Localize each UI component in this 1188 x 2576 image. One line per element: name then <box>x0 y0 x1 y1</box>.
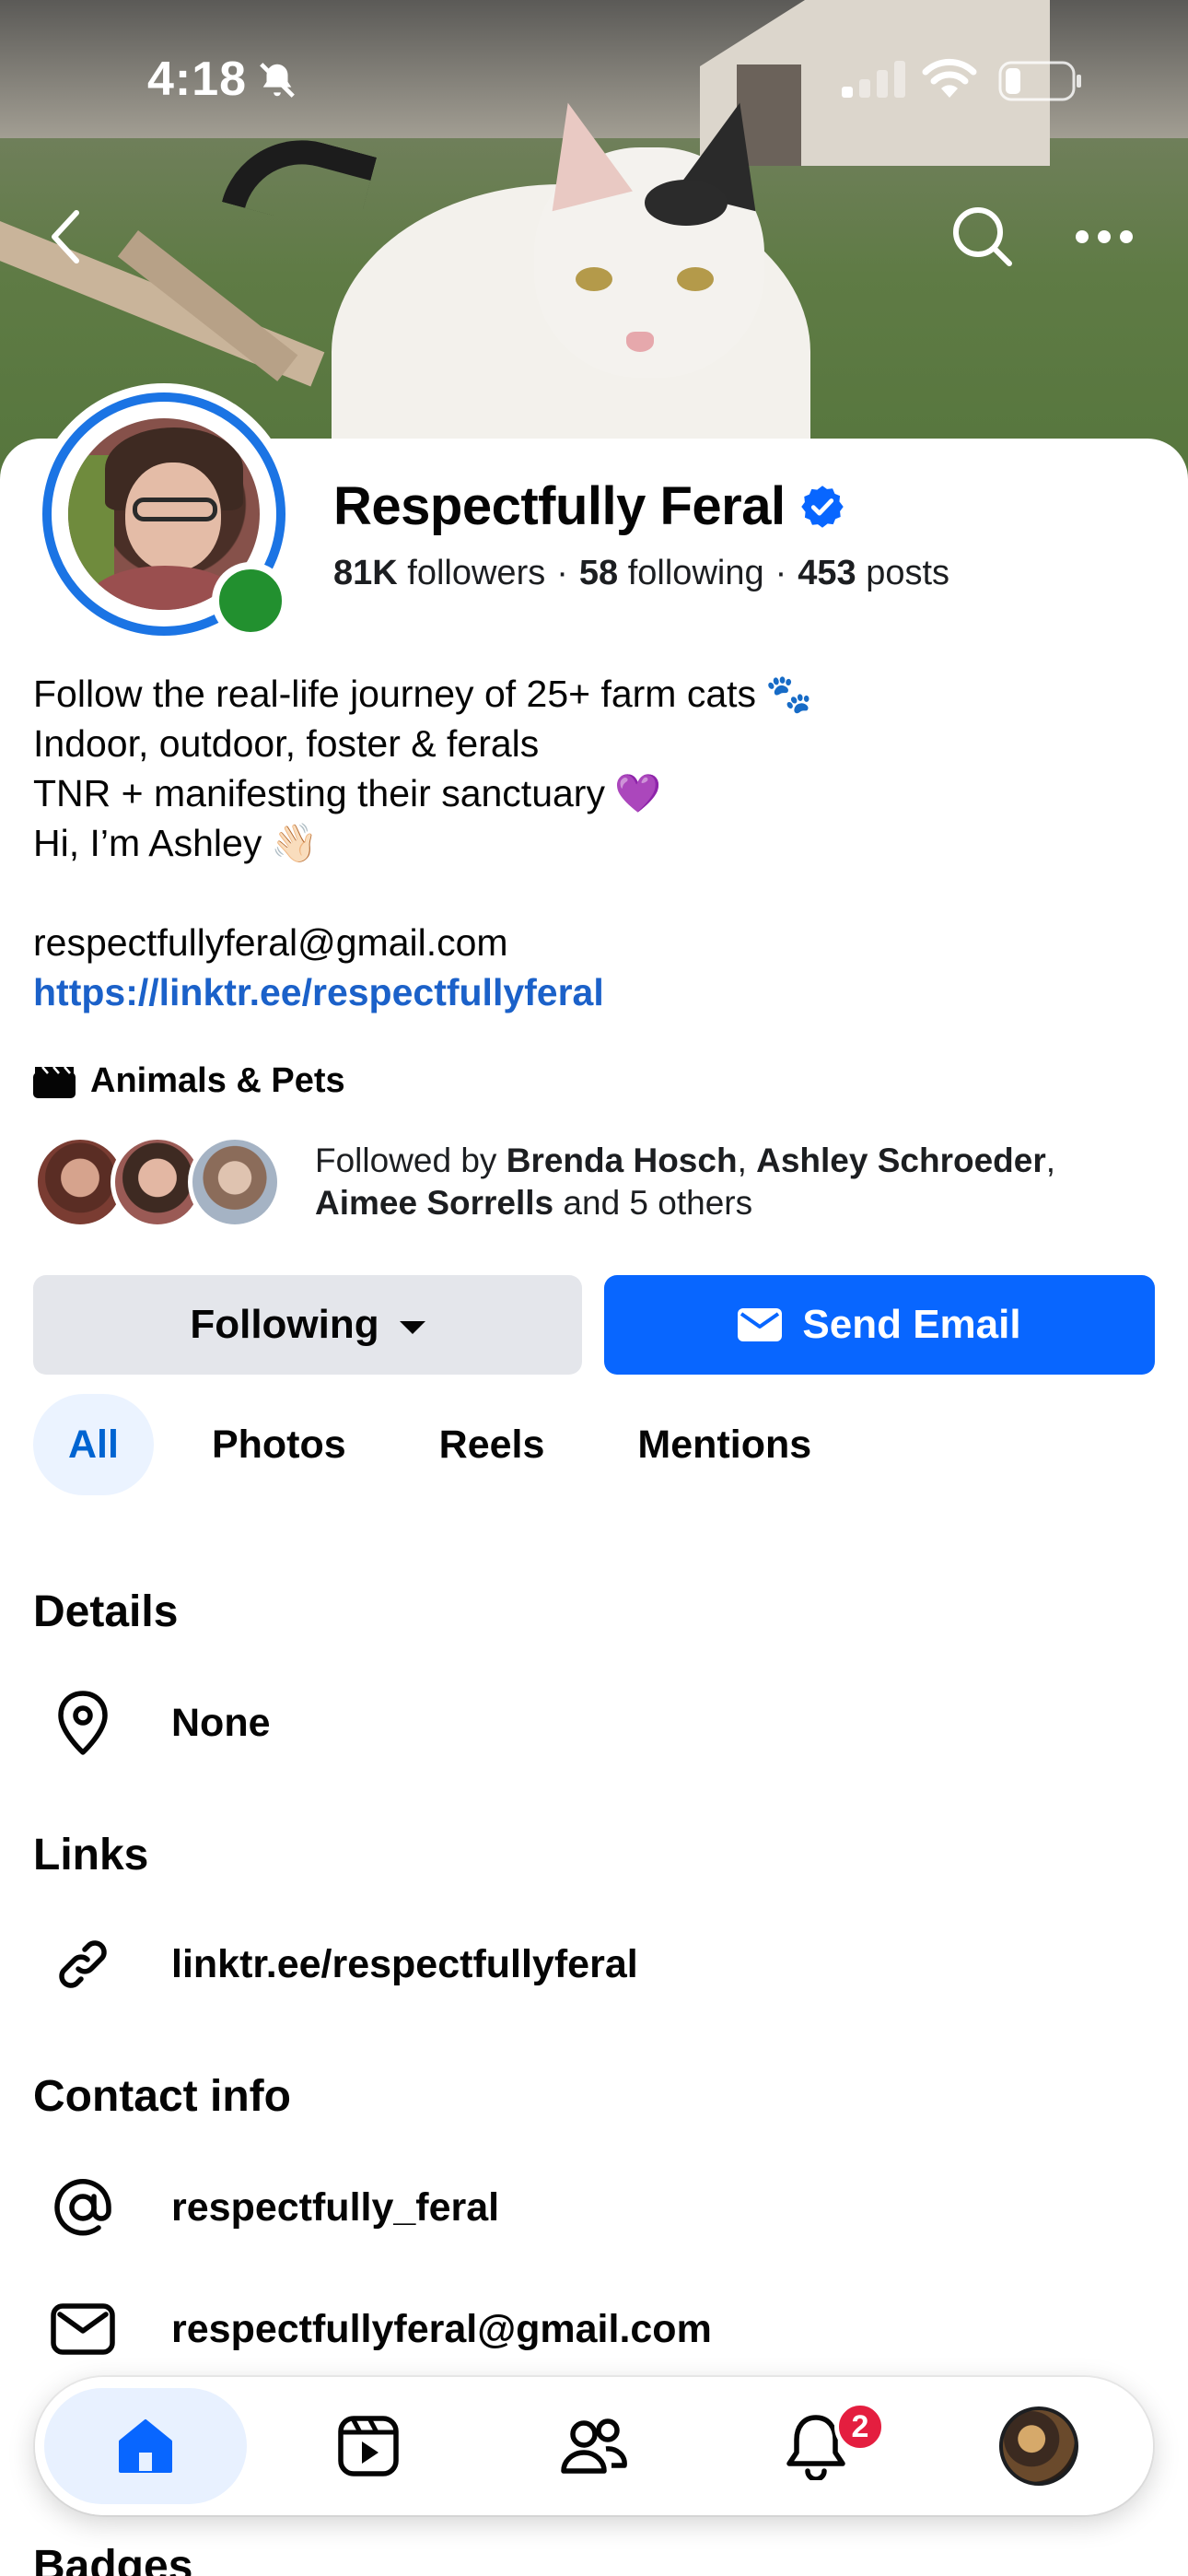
nav-video[interactable] <box>267 2388 470 2504</box>
battery-icon <box>998 61 1083 106</box>
waving-hand-icon: 👋🏻 <box>271 822 319 864</box>
cellular-signal-icon <box>842 61 906 102</box>
online-status-dot <box>212 562 289 639</box>
followed-by-suffix[interactable]: and 5 others <box>563 1184 752 1222</box>
bio-text: Hi, I’m Ashley <box>33 822 262 864</box>
status-bar: 4:18 <box>0 0 1188 157</box>
bio-email-text: respectfullyferal@gmail.com <box>33 921 508 964</box>
page-category: Animals & Pets <box>33 1061 345 1101</box>
bio-text: Indoor, outdoor, foster & ferals <box>33 722 540 765</box>
links-heading: Links <box>33 1831 149 1879</box>
bio-text: Follow the real-life journey of 25+ farm… <box>33 673 757 715</box>
envelope-icon <box>738 1308 783 1341</box>
bio-line: TNR + manifesting their sanctuary 💜 <box>33 768 812 818</box>
profile-stats: 81K followers · 58 following · 453 posts <box>333 554 949 593</box>
nav-friends[interactable] <box>492 2388 694 2504</box>
bio-text: TNR + manifesting their sanctuary <box>33 772 605 814</box>
mutual-name[interactable]: Ashley Schroeder <box>756 1142 1046 1179</box>
cover-cat-nose <box>626 332 654 352</box>
category-label: Animals & Pets <box>90 1061 345 1100</box>
notification-count-badge: 2 <box>834 2401 886 2453</box>
avatar-glasses <box>133 498 217 521</box>
more-icon <box>1076 230 1133 243</box>
contact-instagram-row[interactable]: respectfully_feral <box>33 2169 499 2246</box>
followed-by-text: Followed by Brenda Hosch, Ashley Schroed… <box>315 1140 1135 1224</box>
verified-badge-icon <box>800 485 844 528</box>
bio-email: respectfullyferal@gmail.com <box>33 918 812 967</box>
bio-line: Hi, I’m Ashley 👋🏻 <box>33 818 812 868</box>
home-icon <box>119 2419 172 2473</box>
clapperboard-icon <box>33 1065 76 1098</box>
tab-mentions[interactable]: Mentions <box>602 1394 846 1495</box>
mutual-followers[interactable]: Followed by Brenda Hosch, Ashley Schroed… <box>33 1131 1135 1233</box>
posts-label: posts <box>866 554 950 592</box>
contact-heading: Contact info <box>33 2072 291 2121</box>
bio: Follow the real-life journey of 25+ farm… <box>33 669 812 1017</box>
bio-line: Indoor, outdoor, foster & ferals <box>33 719 812 768</box>
following-label[interactable]: following <box>628 554 764 592</box>
search-button[interactable] <box>950 205 1015 269</box>
followers-label[interactable]: followers <box>407 554 545 592</box>
contact-email-row[interactable]: respectfullyferal@gmail.com <box>33 2290 712 2368</box>
mutual-name[interactable]: Aimee Sorrells <box>315 1184 553 1222</box>
details-location-row: None <box>33 1684 271 1762</box>
mutual-avatars <box>33 1131 291 1233</box>
profile-avatar-icon <box>999 2406 1078 2486</box>
followed-by-prefix: Followed by <box>315 1142 497 1179</box>
nav-home[interactable] <box>44 2388 247 2504</box>
followers-count[interactable]: 81K <box>333 554 398 592</box>
stats-separator: · <box>775 554 787 592</box>
badges-heading: Badges <box>33 2542 193 2576</box>
following-button-label: Following <box>190 1302 379 1347</box>
page-title: Respectfully Feral <box>333 475 846 537</box>
bio-line: Follow the real-life journey of 25+ farm… <box>33 669 812 719</box>
search-icon <box>953 207 1012 266</box>
status-time: 4:18 <box>147 53 248 106</box>
avatar <box>188 1135 282 1229</box>
back-button[interactable] <box>33 205 98 269</box>
send-email-button[interactable]: Send Email <box>604 1275 1155 1375</box>
posts-count: 453 <box>798 554 856 592</box>
cover-cat-patch <box>645 180 728 226</box>
email-value[interactable]: respectfullyferal@gmail.com <box>171 2307 712 2352</box>
cover-cat-eye <box>677 267 714 291</box>
at-sign-icon <box>28 2169 138 2246</box>
bottom-nav: 2 <box>35 2377 1153 2515</box>
cover-cat-eye <box>576 267 612 291</box>
location-value: None <box>171 1700 271 1745</box>
video-icon <box>338 2416 399 2476</box>
name-separator: , <box>1045 1142 1056 1179</box>
purple-heart-icon: 💜 <box>613 772 662 814</box>
wifi-icon <box>921 57 978 104</box>
bio-link-line: https://linktr.ee/respectfullyferal <box>33 967 812 1017</box>
following-count[interactable]: 58 <box>579 554 618 592</box>
tab-photos[interactable]: Photos <box>177 1394 381 1495</box>
mutual-name[interactable]: Brenda Hosch <box>507 1142 738 1179</box>
nav-profile[interactable] <box>938 2388 1140 2504</box>
stats-separator: · <box>556 554 568 592</box>
bell-off-icon <box>256 59 298 106</box>
caret-down-icon <box>399 1321 425 1334</box>
paw-prints-icon: 🐾 <box>765 673 813 715</box>
send-email-label: Send Email <box>802 1302 1021 1347</box>
more-options-button[interactable] <box>1072 205 1136 269</box>
page-name-text: Respectfully Feral <box>333 476 786 536</box>
bio-link[interactable]: https://linktr.ee/respectfullyferal <box>33 967 604 1017</box>
details-heading: Details <box>33 1587 179 1636</box>
nav-notifications[interactable]: 2 <box>715 2388 917 2504</box>
link-value[interactable]: linktr.ee/respectfullyferal <box>171 1942 638 1987</box>
instagram-value[interactable]: respectfully_feral <box>171 2185 499 2231</box>
link-icon <box>28 1926 138 2003</box>
name-separator: , <box>737 1142 747 1179</box>
following-button[interactable]: Following <box>33 1275 582 1375</box>
mail-icon <box>28 2290 138 2368</box>
location-pin-icon <box>28 1684 138 1762</box>
tab-all[interactable]: All <box>33 1394 154 1495</box>
profile-tabs: All Photos Reels Mentions <box>33 1371 846 1518</box>
links-row[interactable]: linktr.ee/respectfullyferal <box>33 1926 638 2003</box>
tab-reels[interactable]: Reels <box>404 1394 580 1495</box>
chevron-left-icon <box>52 210 79 263</box>
friends-icon <box>561 2418 627 2474</box>
